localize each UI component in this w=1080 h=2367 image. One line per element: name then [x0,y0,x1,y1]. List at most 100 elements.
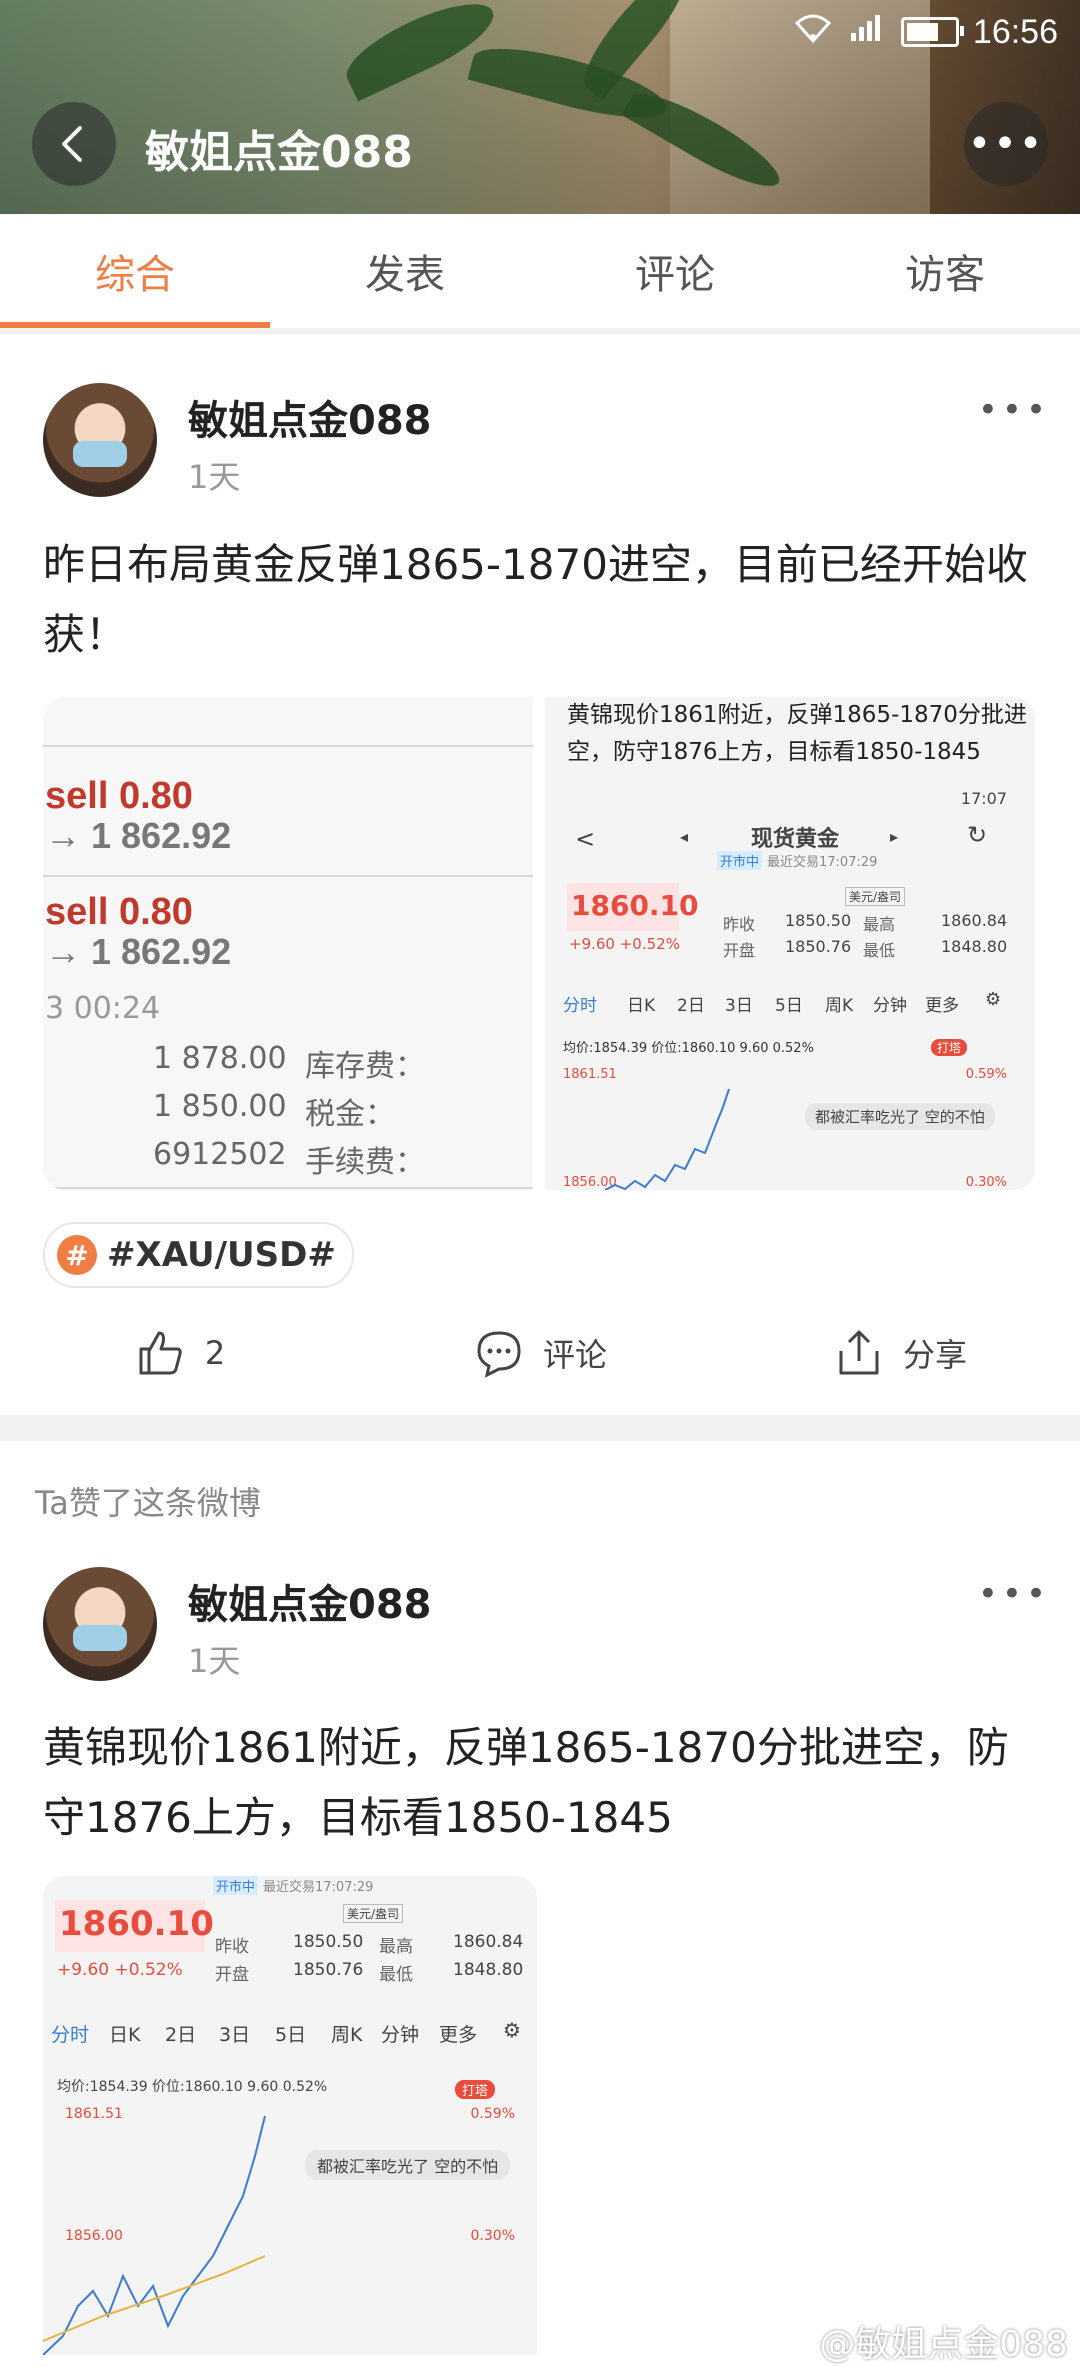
price-change: +9.60 +0.52% [569,935,680,953]
prev-close-value: 1850.50 [785,911,852,930]
period-tab[interactable]: 分钟 [873,991,907,1016]
quote-caption: 黄锦现价1861附近，反弹1865-1870分批进空，防守1876上方，目标看1… [567,702,1027,765]
last-trade-time: 最近交易17:07:29 [767,855,878,870]
comment-icon [477,1330,521,1378]
watermark: @敏姐点金088 [819,2324,1068,2365]
period-tab[interactable]: 5日 [775,991,803,1016]
next-arrow-icon[interactable]: ▸ [890,827,898,846]
period-tab[interactable]: 3日 [725,991,753,1016]
high-value: 1860.84 [941,911,1008,930]
tab-comments[interactable]: 评论 [540,214,810,328]
price-line-chart [605,1088,730,1190]
post-text: 昨日布局黄金反弹1865-1870进空，目前已经开始收获！ [43,540,1028,659]
chart-comment-bubble: 都被汇率吃光了 空的不怕 [805,1103,995,1130]
topic-tag[interactable]: # #XAU/USD# [43,1222,354,1288]
post-more-button[interactable]: ••• [978,1574,1050,1614]
post-author[interactable]: 敏姐点金088 [188,1572,432,1630]
period-tab[interactable]: 周K [825,991,853,1016]
more-options-button[interactable]: ••• [964,102,1048,186]
period-tab[interactable]: 更多 [439,2020,477,2047]
trade-row-divider [43,875,533,877]
post-text: 黄锦现价1861附近，反弹1865-1870分批进空，防守1876上方，目标看1… [43,1723,1009,1842]
trade-value-2: 1 850.00 [153,1089,287,1124]
page-title: 敏姐点金088 [145,127,413,178]
period-tab[interactable]: 日K [109,2020,140,2047]
period-tab[interactable]: 5日 [275,2020,306,2047]
prev-close-value: 1850.50 [293,1932,364,1952]
pct-axis-low: 0.30% [965,1175,1007,1190]
price-line-chart [43,2116,266,2355]
current-price: 1860.10 [571,889,699,922]
prev-arrow-icon[interactable]: ◂ [680,827,688,846]
battery-icon [900,17,964,47]
period-tab[interactable]: 分钟 [381,2020,419,2047]
period-tab[interactable]: 周K [331,2020,362,2047]
trade-price-2: → 1 862.92 [45,931,232,972]
settings-gear-icon[interactable]: ⚙ [503,2018,521,2042]
post-image-quote[interactable]: 黄锦现价1861附近，反弹1865-1870分批进空，防守1876上方，目标看1… [545,697,1035,1190]
market-status-badge: 开市中 [717,851,763,870]
badge-tag: 打塔 [931,1039,968,1056]
badge-tag: 打塔 [455,2080,496,2099]
low-label: 最低 [379,1965,413,1985]
comment-button[interactable]: 评论 [360,1305,720,1400]
avg-price-line: 均价:1854.39 价位:1860.10 9.60 0.52% [57,2079,328,2095]
like-count: 2 [204,1333,226,1372]
more-dots-icon: ••• [967,121,1045,167]
share-icon [839,1330,879,1374]
current-price: 1860.10 [59,1904,214,1944]
trade-row-divider [43,745,533,747]
trade-price-1: → 1 862.92 [45,815,232,856]
period-tab[interactable]: 3日 [219,2020,250,2047]
settings-gear-icon[interactable]: ⚙ [985,989,1001,1010]
unit-selector[interactable]: 美元/盎司 [343,1904,404,1923]
low-label: 最低 [863,941,896,960]
trade-row-divider [43,1187,533,1189]
high-label: 最高 [863,915,896,934]
status-bar: 16:56 [793,12,1058,52]
period-tab[interactable]: 日K [627,991,655,1016]
low-value: 1848.80 [453,1960,524,1980]
quote-title: 现货黄金 [751,827,840,852]
open-label: 开盘 [723,941,756,960]
tab-overview[interactable]: 综合 [0,214,270,328]
post-author[interactable]: 敏姐点金088 [188,388,432,446]
low-value: 1848.80 [941,937,1008,956]
open-value: 1850.76 [293,1960,364,1980]
like-button[interactable]: 2 [0,1305,360,1400]
post-image-trade-record[interactable]: sell 0.80 → 1 862.92 sell 0.80 → 1 862.9… [43,697,533,1190]
quote-status-time: 17:07 [960,789,1007,808]
back-button[interactable] [32,102,116,186]
avatar[interactable] [43,383,157,497]
topic-tag-label: #XAU/USD# [107,1235,336,1275]
post-time: 1天 [188,458,241,496]
avatar[interactable] [43,1567,157,1681]
quote-back-icon[interactable]: < [575,825,595,853]
tab-posts[interactable]: 发表 [270,214,540,328]
period-tab[interactable]: 2日 [165,2020,196,2047]
period-tab[interactable]: 分时 [563,991,597,1016]
post-more-button[interactable]: ••• [978,390,1050,430]
trade-label-3: 手续费： [305,1145,425,1180]
avatar-mask [73,441,127,467]
open-label: 开盘 [215,1965,249,1985]
period-tab[interactable]: 更多 [925,991,959,1016]
tab-visitors[interactable]: 访客 [810,214,1080,328]
trade-sell-2: sell 0.80 [45,891,193,933]
period-tab[interactable]: 分时 [51,2020,89,2047]
unit-selector[interactable]: 美元/盎司 [845,887,906,906]
status-time: 16:56 [972,12,1058,51]
share-label: 分享 [902,1335,967,1374]
trade-time: 3 00:24 [45,991,161,1026]
thumbs-up-icon [139,1331,182,1374]
prev-close-label: 昨收 [215,1937,249,1957]
post-actions: 2 评论 分享 [0,1305,1080,1400]
avg-price-line: 均价:1854.39 价位:1860.10 9.60 0.52% [563,1041,814,1056]
high-label: 最高 [379,1937,413,1957]
share-button[interactable]: 分享 [720,1305,1080,1400]
period-tab[interactable]: 2日 [677,991,705,1016]
refresh-icon[interactable]: ↻ [967,821,987,849]
post-image-quote[interactable]: 开市中 最近交易17:07:29 美元/盎司 1860.10 +9.60 +0.… [43,1876,537,2355]
signal-icon [847,12,887,52]
trade-value-3: 6912502 [153,1137,287,1172]
